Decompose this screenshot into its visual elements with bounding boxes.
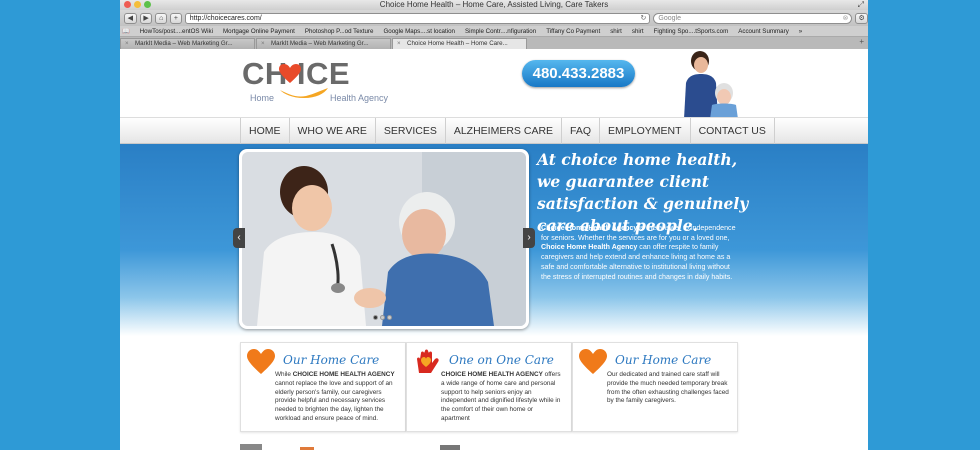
card-title: One on One Care	[449, 353, 554, 367]
more-bookmarks-button[interactable]: »	[799, 28, 802, 35]
address-bar[interactable]: http://choicecares.com/ ↻	[184, 12, 651, 24]
card-body-bold: CHOICE HOME HEALTH AGENCY	[292, 371, 395, 378]
card-body-post: offers a wide range of home care and per…	[441, 371, 561, 422]
zoom-window-button[interactable]	[144, 1, 151, 8]
hero-banner: ‹ › At choice home health, we guarantee …	[120, 144, 868, 336]
logo-hand-icon	[280, 88, 328, 98]
title-bar: Choice Home Health – Home Care, Assisted…	[120, 0, 868, 10]
tab-markit-media-1[interactable]: × MarkIt Media – Web Marketing Gr...	[120, 38, 255, 49]
intro-bold-2: Choice Home Health Agency	[541, 243, 638, 252]
window-controls	[124, 1, 151, 8]
nav-home[interactable]: HOME	[240, 118, 289, 145]
slider-dot[interactable]	[387, 315, 392, 320]
new-tab-button[interactable]: +	[859, 37, 864, 46]
feature-cards: Our Home Care While CHOICE HOME HEALTH A…	[240, 342, 740, 432]
slider-prev-button[interactable]: ‹	[233, 228, 245, 248]
tab-choice-home-health[interactable]: × Choice Home Health – Home Care...	[392, 38, 527, 49]
reload-icon[interactable]: ↻	[641, 14, 647, 23]
nav-alzheimers-care[interactable]: ALZHEIMERS CARE	[444, 118, 561, 145]
close-tab-icon[interactable]: ×	[125, 39, 129, 49]
card-body-post: cannot replace the love and support of a…	[275, 379, 393, 422]
logo-home-text: Home	[250, 93, 275, 103]
search-input[interactable]: Google ⊗	[653, 12, 853, 24]
tab-bar: × MarkIt Media – Web Marketing Gr... × M…	[120, 37, 868, 49]
search-placeholder: Google	[658, 14, 681, 22]
slider-pagination	[373, 315, 392, 320]
bookmark-item[interactable]: Photoshop P...od Texture	[305, 28, 374, 35]
close-window-button[interactable]	[124, 1, 131, 8]
card-body: CHOICE HOME HEALTH AGENCY offers a wide …	[441, 371, 563, 424]
window-title: Choice Home Health – Home Care, Assisted…	[379, 0, 609, 9]
card-title: Our Home Care	[283, 353, 380, 367]
slider-dot[interactable]	[373, 315, 378, 320]
home-button[interactable]: ⌂	[155, 12, 168, 24]
card-body: While CHOICE HOME HEALTH AGENCY cannot r…	[275, 371, 397, 424]
site-logo[interactable]: CH ICE Home Health Agency	[242, 56, 402, 104]
bookmark-item[interactable]: Account Summary	[738, 28, 789, 35]
add-bookmark-button[interactable]: +	[170, 12, 182, 24]
caregiver-photo	[684, 51, 738, 119]
hero-intro-text: Choice Home Health Agency is the answer …	[541, 224, 741, 282]
minimize-window-button[interactable]	[134, 1, 141, 8]
hand-heart-icon	[417, 349, 439, 373]
card-title: Our Home Care	[615, 353, 712, 367]
browser-window: Choice Home Health – Home Care, Assisted…	[120, 0, 868, 450]
card-body: Our dedicated and trained care staff wil…	[607, 371, 729, 406]
clear-search-icon[interactable]: ⊗	[842, 14, 848, 23]
bookmark-item[interactable]: Google Maps....st location	[383, 28, 455, 35]
gear-icon[interactable]: ⚙	[855, 12, 868, 24]
content-preview-strip	[240, 444, 460, 450]
heart-icon	[579, 349, 607, 374]
bookmark-item[interactable]: Tiffany Co Payment	[546, 28, 600, 35]
nav-contact-us[interactable]: CONTACT US	[689, 118, 775, 145]
nav-employment[interactable]: EMPLOYMENT	[599, 118, 690, 145]
bookmark-item[interactable]: shirt	[610, 28, 622, 35]
nav-who-we-are[interactable]: WHO WE ARE	[288, 118, 375, 145]
fullscreen-icon[interactable]: ⤢	[858, 0, 864, 10]
browser-toolbar: ◀ ▶ ⌂ + http://choicecares.com/ ↻ Google…	[120, 10, 868, 26]
bookmarks-icon[interactable]: 📖	[122, 27, 130, 35]
forward-button[interactable]: ▶	[139, 12, 153, 24]
heart-icon	[247, 349, 275, 374]
slider-dot[interactable]	[380, 315, 385, 320]
phone-number-badge[interactable]: 480.433.2883	[522, 60, 635, 87]
tab-label: Choice Home Health – Home Care...	[407, 40, 508, 47]
bookmark-item[interactable]: Mortgage Online Payment	[223, 28, 295, 35]
bookmark-item[interactable]: Fighting Spo....tSports.com	[654, 28, 729, 35]
nav-services[interactable]: SERVICES	[374, 118, 445, 145]
card-body-pre: While	[275, 371, 293, 378]
nav-faq[interactable]: FAQ	[561, 118, 599, 145]
logo-heart-icon	[279, 64, 301, 83]
card-our-home-care: Our Home Care While CHOICE HOME HEALTH A…	[240, 342, 406, 432]
intro-bold-1: Choice Home Health Agency	[541, 224, 638, 232]
card-body-bold: CHOICE HOME HEALTH AGENCY	[441, 371, 543, 378]
tab-label: MarkIt Media – Web Marketing Gr...	[135, 40, 233, 47]
bookmark-item[interactable]: Simple Contr....nfiguration	[465, 28, 536, 35]
tab-markit-media-2[interactable]: × MarkIt Media – Web Marketing Gr...	[256, 38, 391, 49]
card-one-on-one-care: One on One Care CHOICE HOME HEALTH AGENC…	[406, 342, 572, 432]
nurse-with-patient-photo	[242, 152, 526, 326]
bookmark-item[interactable]: shirt	[632, 28, 644, 35]
slider-next-button[interactable]: ›	[523, 228, 535, 248]
logo-agency-text: Health Agency	[330, 93, 389, 103]
card-body-post: Our dedicated and trained care staff wil…	[607, 371, 729, 405]
close-tab-icon[interactable]: ×	[261, 39, 265, 49]
bookmark-item[interactable]: HowTos/post....entOS Wiki	[140, 28, 213, 35]
bookmarks-bar: 📖 HowTos/post....entOS Wiki Mortgage Onl…	[120, 26, 868, 37]
main-navigation: HOME WHO WE ARE SERVICES ALZHEIMERS CARE…	[120, 117, 868, 145]
close-tab-icon[interactable]: ×	[397, 39, 401, 49]
back-button[interactable]: ◀	[124, 12, 137, 24]
image-slider: ‹ ›	[233, 149, 535, 329]
address-text: http://choicecares.com/	[189, 14, 262, 22]
card-our-home-care-2: Our Home Care Our dedicated and trained …	[572, 342, 738, 432]
tab-label: MarkIt Media – Web Marketing Gr...	[271, 40, 369, 47]
web-page: CH ICE Home Health Agency 480.433.2883 H…	[120, 49, 868, 450]
